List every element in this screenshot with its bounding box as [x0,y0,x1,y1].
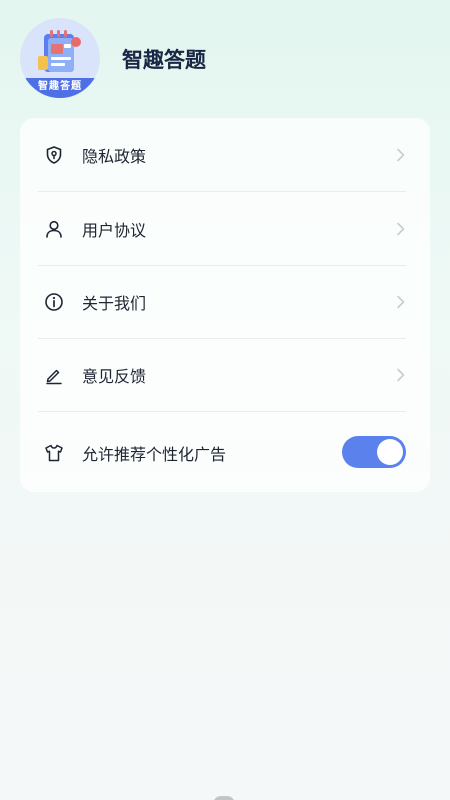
menu-item-label: 允许推荐个性化广告 [82,444,227,464]
toggle-knob [377,439,403,465]
pen-icon [46,369,62,384]
menu-item-about-us[interactable]: 关于我们 [20,265,430,338]
chevron-right-icon [397,222,405,235]
shirt-icon [45,444,63,461]
menu-item-label: 关于我们 [82,293,147,313]
menu-item-label: 用户协议 [82,220,147,240]
shield-icon [46,145,62,164]
menu-item-feedback[interactable]: 意见反馈 [20,338,430,411]
menu-item-privacy-policy[interactable]: 隐私政策 [20,118,430,191]
menu-item-label: 意见反馈 [82,366,147,386]
menu-item-personalized-ads: 允许推荐个性化广告 [20,416,430,489]
chevron-right-icon [397,295,405,308]
app-title: 智趣答题 [122,48,206,72]
settings-card: 隐私政策 用户协议 关于我们 意见反馈 允许推荐个性化广告 [20,118,430,492]
divider [38,411,406,412]
menu-item-label: 隐私政策 [82,146,147,166]
header: 智趣答题 智趣答题 [0,0,450,115]
chevron-right-icon [397,148,405,161]
logo-caption: 智趣答题 [20,78,100,98]
personalized-ads-toggle[interactable] [342,436,406,468]
home-indicator [213,796,235,800]
chevron-right-icon [397,368,405,381]
menu-item-user-agreement[interactable]: 用户协议 [20,192,430,265]
info-icon [45,292,63,311]
user-icon [46,220,62,238]
app-logo: 智趣答题 [20,18,100,98]
